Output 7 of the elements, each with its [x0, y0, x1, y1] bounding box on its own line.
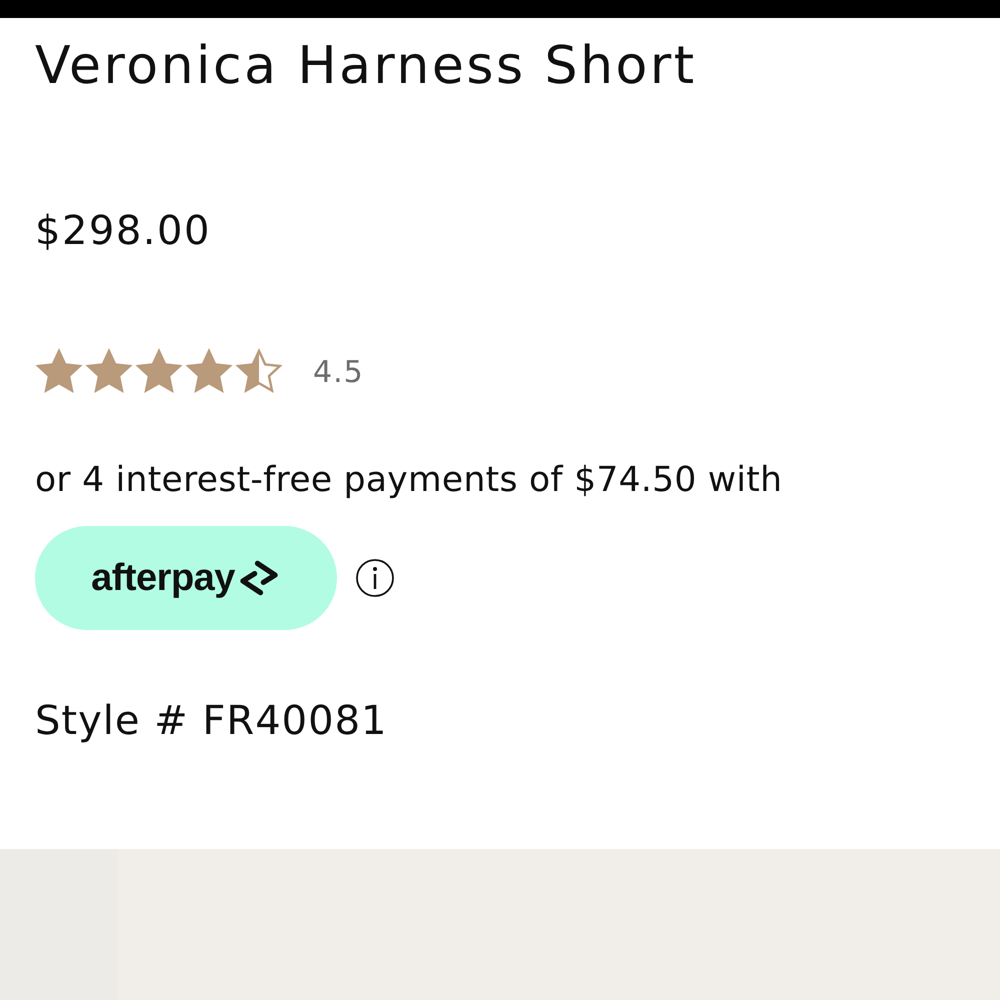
- price: $298.00: [35, 207, 212, 256]
- style-number: Style # FR40081: [35, 697, 388, 746]
- afterpay-button[interactable]: afterpay: [35, 526, 337, 630]
- installment-text: or 4 interest-free payments of $74.50 with: [35, 459, 784, 502]
- info-icon[interactable]: [355, 558, 395, 598]
- rating-value: 4.5: [313, 354, 364, 390]
- product-title: Veronica Harness Short: [35, 35, 698, 98]
